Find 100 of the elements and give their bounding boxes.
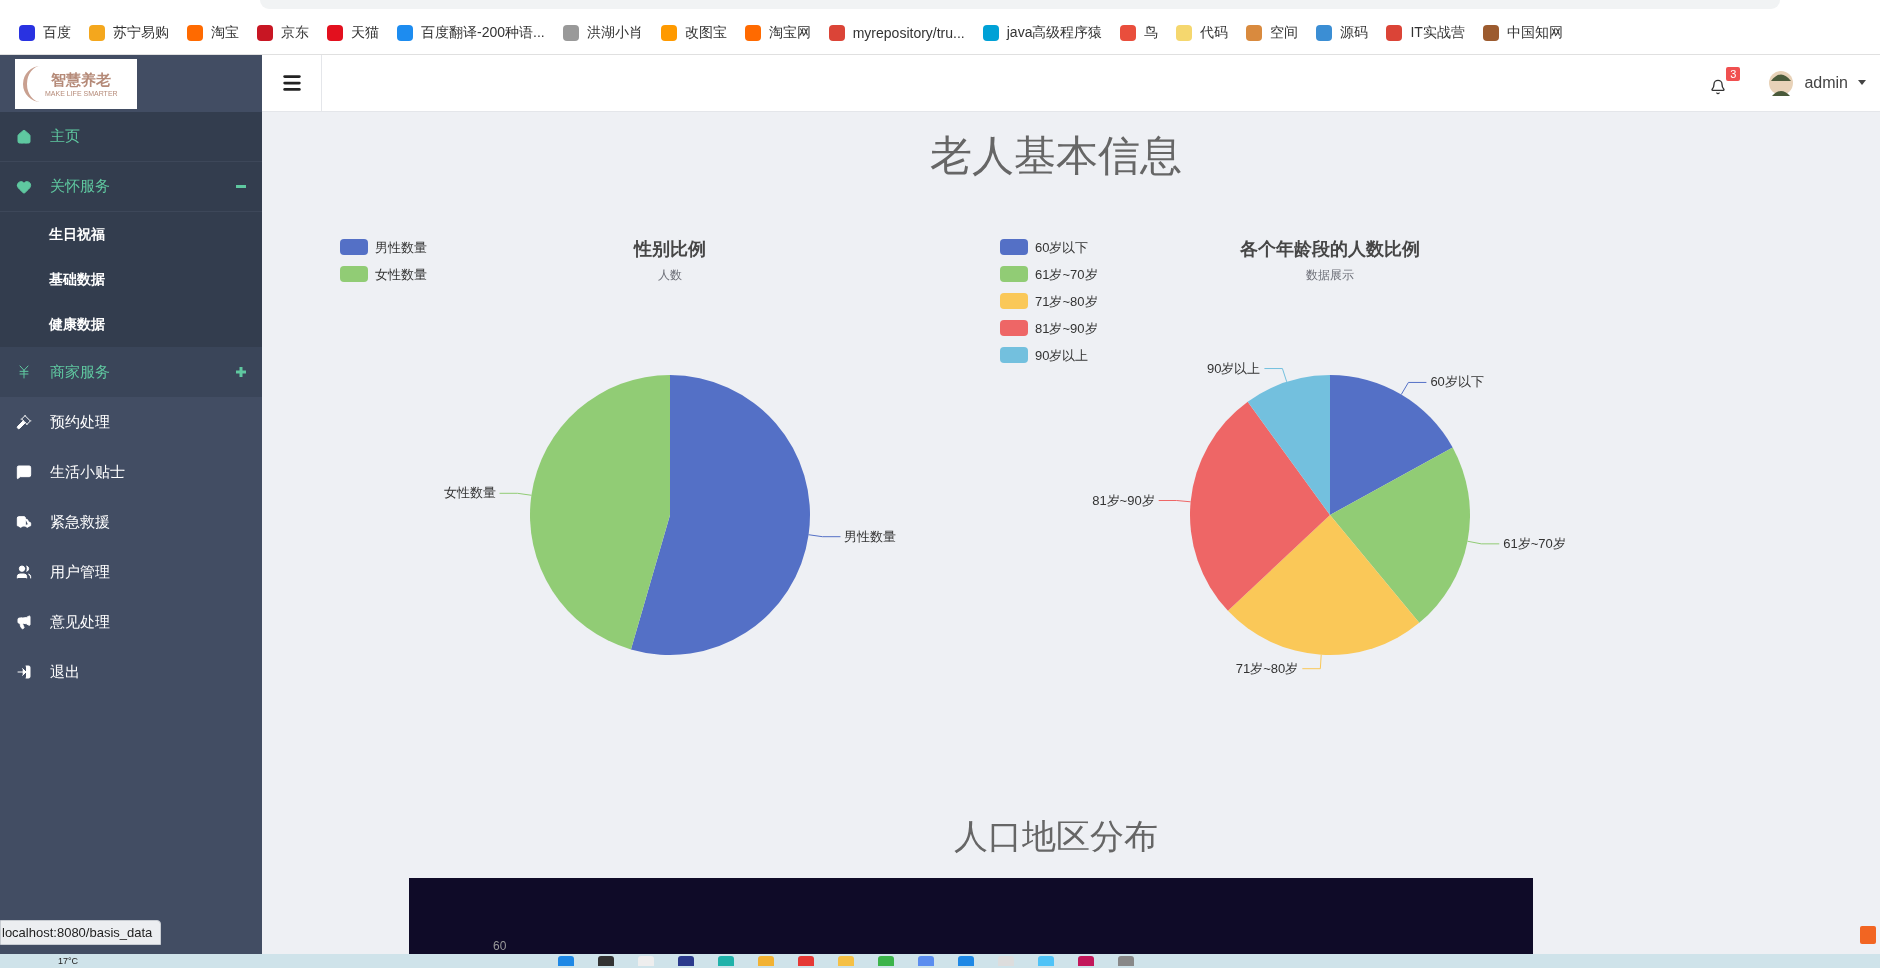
bookmark-icon <box>744 25 761 41</box>
slice-label: 81岁~90岁 <box>1092 492 1155 508</box>
chart-title: 性别比例 <box>634 239 706 260</box>
legend-swatch[interactable] <box>1000 266 1028 283</box>
bookmark-icon <box>397 25 413 41</box>
bookmark-icon <box>89 25 105 41</box>
slice-label: 71岁~80岁 <box>1235 661 1299 677</box>
bookmark-icon <box>1482 25 1499 41</box>
taskbar-app-icon[interactable] <box>678 956 695 966</box>
bookmark-icon <box>19 25 35 41</box>
bookmark[interactable]: java高级程序猿 <box>973 20 1112 46</box>
collapse-icon <box>236 185 246 188</box>
pie-slice[interactable] <box>1190 402 1330 612</box>
menu-item-icon <box>16 514 32 530</box>
pie-slice[interactable] <box>1227 515 1420 656</box>
bookmark-icon <box>828 25 845 41</box>
avatar-icon <box>1768 70 1795 96</box>
bookmark[interactable]: 淘宝 <box>178 20 248 46</box>
menu-item-icon <box>16 664 32 680</box>
bookmark[interactable]: 百度 <box>10 20 80 46</box>
legend-label[interactable]: 90岁以上 <box>1035 348 1089 364</box>
sidebar-item[interactable]: 主页 <box>0 112 262 162</box>
user-menu[interactable]: admin <box>1762 69 1872 97</box>
menu-item-icon <box>16 564 32 580</box>
status-bubble: localhost:8080/basis_data <box>0 920 162 945</box>
bookmark-icon <box>1386 25 1403 41</box>
legend-label[interactable]: 71岁~80岁 <box>1035 294 1098 310</box>
bookmark[interactable]: 苏宁易购 <box>80 20 178 46</box>
bookmark[interactable]: 淘宝网 <box>735 20 820 46</box>
pie-slice[interactable] <box>530 375 670 650</box>
taskbar-app-icon[interactable] <box>598 956 615 966</box>
leader-line <box>1263 368 1288 383</box>
legend-label[interactable]: 男性数量 <box>375 240 427 256</box>
leader-line <box>1400 382 1427 396</box>
bookmark[interactable]: 空间 <box>1237 20 1308 46</box>
menu-item-icon <box>16 364 32 380</box>
pie-slice[interactable] <box>1247 375 1330 516</box>
notification-badge: 3 <box>1726 67 1741 81</box>
bookmark-icon <box>1316 25 1333 41</box>
bookmark[interactable]: myrepository/tru... <box>819 21 974 45</box>
bookmark[interactable]: 源码 <box>1307 20 1378 46</box>
legend-swatch[interactable] <box>1000 239 1028 256</box>
legend-label[interactable]: 60岁以下 <box>1035 240 1089 256</box>
bookmark-icon <box>187 25 203 41</box>
menu-icon <box>280 72 303 94</box>
legend-label[interactable]: 61岁~70岁 <box>1035 267 1098 283</box>
legend-label[interactable]: 81岁~90岁 <box>1035 321 1098 337</box>
slice-label: 61岁~70岁 <box>1503 536 1566 552</box>
sidebar-item[interactable]: 商家服务 <box>0 347 262 397</box>
notification-button[interactable]: 3 <box>1706 67 1741 99</box>
caret-icon <box>1858 80 1866 86</box>
bookmark[interactable]: IT实战营 <box>1377 20 1474 46</box>
chart-subtitle: 数据展示 <box>1306 268 1354 283</box>
section-title: 人口地区分布 <box>953 816 1159 858</box>
leader-line <box>808 534 841 538</box>
axis-label: 60 <box>493 939 507 953</box>
logo-title: 智慧养老 <box>51 70 112 90</box>
legend-swatch[interactable] <box>340 239 368 256</box>
bookmark[interactable]: 鸟 <box>1111 20 1168 46</box>
slice-label: 男性数量 <box>844 529 897 545</box>
legend-swatch[interactable] <box>1000 320 1028 337</box>
leader-line <box>1158 500 1192 503</box>
legend-swatch[interactable] <box>1000 347 1028 364</box>
menu-item-icon <box>16 414 32 430</box>
slice-label: 90岁以上 <box>1206 360 1261 376</box>
bookmark[interactable]: 天猫 <box>318 20 388 46</box>
bookmark-icon <box>327 25 343 41</box>
bookmark-icon <box>982 25 999 41</box>
bookmark[interactable]: 改图宝 <box>651 20 736 46</box>
menu-item-icon <box>16 464 32 480</box>
bookmark[interactable]: 代码 <box>1167 20 1238 46</box>
taskbar-app-icon[interactable] <box>1078 956 1095 966</box>
legend-label[interactable]: 女性数量 <box>375 267 427 283</box>
menu-item-icon <box>16 178 32 195</box>
bookmark-icon <box>1120 25 1137 41</box>
legend-swatch[interactable] <box>340 266 368 283</box>
leader-line <box>1301 654 1322 670</box>
weather-text[interactable]: 17°C <box>58 956 79 966</box>
menu-item-icon <box>16 128 32 145</box>
bookmark-icon <box>660 25 677 41</box>
bookmark[interactable]: 京东 <box>248 20 318 46</box>
expand-icon <box>236 367 246 377</box>
slice-label: 60岁以下 <box>1430 374 1484 390</box>
chart-title: 各个年龄段的人数比例 <box>1240 239 1420 260</box>
chart-subtitle: 人数 <box>658 268 682 283</box>
leader-line <box>1467 541 1500 545</box>
pie-slice[interactable] <box>630 375 810 656</box>
menu-item-icon <box>16 614 32 630</box>
bookmark[interactable]: 中国知网 <box>1473 20 1572 46</box>
bookmark-icon <box>1246 25 1263 41</box>
bell-icon <box>1710 79 1727 95</box>
bookmark[interactable]: 洪湖小肖 <box>553 20 652 46</box>
bookmark-icon <box>562 25 579 41</box>
bookmark-icon <box>257 25 273 41</box>
leader-line <box>499 493 532 497</box>
pie-slice[interactable] <box>1330 447 1470 624</box>
legend-swatch[interactable] <box>1000 293 1028 310</box>
page-title: 老人基本信息 <box>929 130 1183 181</box>
bookmark[interactable]: 百度翻译-200种语... <box>388 20 554 46</box>
slice-label: 女性数量 <box>443 485 496 501</box>
